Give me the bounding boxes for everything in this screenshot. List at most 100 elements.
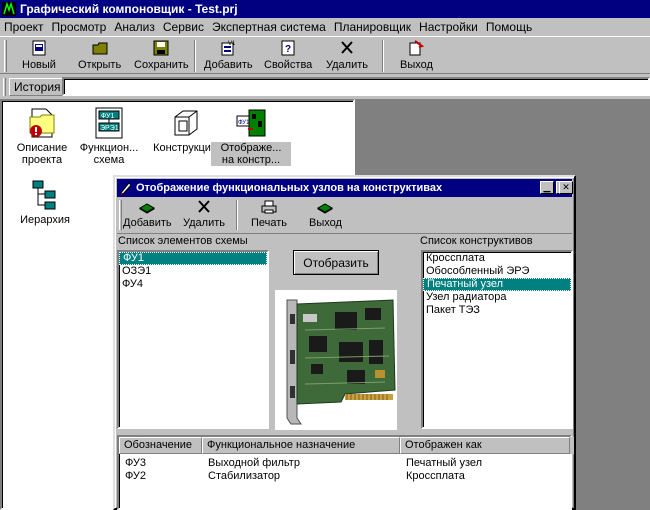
menu-settings[interactable]: Настройки (415, 20, 482, 34)
svg-text:?: ? (285, 44, 291, 55)
svg-text:V1: V1 (228, 41, 236, 47)
list-item[interactable]: Пакет ТЭЗ (423, 304, 571, 317)
column-header-function[interactable]: Функциональное назначение (202, 437, 400, 454)
svg-text:ЭРЭ1: ЭРЭ1 (100, 125, 119, 132)
mapping-table[interactable]: Обозначение Функциональное назначение От… (117, 435, 574, 510)
list-item[interactable]: Обособленный ЭРЭ (423, 265, 571, 278)
dialog-delete-button[interactable]: Удалить (183, 200, 225, 229)
properties-icon: ? (281, 40, 295, 56)
dialog-delete-label: Удалить (183, 217, 225, 229)
table-cell: ФУ2 (125, 470, 146, 482)
elements-list-label: Список элементов схемы (118, 235, 248, 247)
svg-text:ФУ1: ФУ1 (238, 120, 250, 126)
toolbar-separator (236, 200, 238, 230)
save-disk-icon (153, 40, 169, 56)
dialog-print-button[interactable]: Печать (251, 200, 287, 229)
exit-chip-icon (317, 203, 334, 214)
history-label[interactable]: История (9, 78, 66, 96)
history-grip[interactable] (3, 78, 6, 96)
table-row[interactable]: ФУ3 Выходной фильтр Печатный узел (119, 457, 570, 470)
toolbar-grip[interactable] (119, 200, 122, 230)
table-cell: Кроссплата (406, 470, 465, 482)
delete-button-label: Удалить (326, 59, 368, 71)
show-button[interactable]: Отобразить (293, 250, 379, 275)
add-button-label: Добавить (204, 59, 253, 71)
table-cell: ФУ3 (125, 457, 146, 469)
properties-button[interactable]: ? Свойства (264, 40, 312, 73)
new-button-label: Новый (22, 59, 56, 71)
exit-button-label: Выход (400, 59, 433, 71)
properties-button-label: Свойства (264, 59, 313, 71)
explorer-item-functional-scheme[interactable]: ФУ1 ЭРЭ1 Функцион... схема (69, 107, 149, 166)
close-icon: ✕ (562, 182, 570, 192)
menu-planner[interactable]: Планировщик (330, 20, 415, 34)
toolbar-separator (382, 40, 384, 72)
hierarchy-tree-icon (32, 180, 56, 210)
new-button[interactable]: Новый (22, 40, 56, 73)
list-item[interactable]: ОЗЭ1 (119, 265, 267, 278)
menu-view[interactable]: Просмотр (48, 20, 111, 34)
dialog-add-button[interactable]: Добавить (123, 200, 172, 229)
add-icon: V1 (221, 41, 236, 56)
minimize-button[interactable]: ▁ (540, 181, 554, 194)
table-cell: Печатный узел (406, 457, 483, 469)
delete-x-icon (198, 200, 210, 213)
save-button[interactable]: Сохранить (134, 40, 189, 73)
app-logo-icon (2, 2, 16, 16)
exit-button[interactable]: Выход (400, 40, 433, 73)
app-title: Графический компоновщик - Test.prj (20, 2, 238, 16)
open-button-label: Открыть (78, 59, 122, 71)
column-header-mapped-as[interactable]: Отображен как (400, 437, 570, 454)
menu-bar: Проект Просмотр Анализ Сервис Экспертная… (0, 18, 650, 36)
menu-project[interactable]: Проект (0, 20, 48, 34)
explorer-item-hierarchy[interactable]: Иерархия (5, 179, 85, 226)
minimize-icon: ▁ (543, 182, 551, 192)
menu-expert-system[interactable]: Экспертная система (208, 20, 330, 34)
dialog-exit-label: Выход (309, 217, 342, 229)
dialog-exit-button[interactable]: Выход (309, 200, 342, 229)
construction-cube-icon (174, 110, 198, 136)
constructives-list[interactable]: Кроссплата Обособленный ЭРЭ Печатный узе… (421, 250, 573, 429)
mapping-window-title: Отображение функциональных узлов на конс… (136, 182, 443, 194)
main-toolbar: Новый Открыть Сохранить V1 Добавить ? Св… (0, 36, 650, 74)
add-button[interactable]: V1 Добавить (204, 40, 253, 73)
menu-service[interactable]: Сервис (159, 20, 208, 34)
table-header: Обозначение Функциональное назначение От… (119, 437, 574, 454)
explorer-item-mapping[interactable]: ФУ1 Отображе... на констр... (211, 107, 291, 166)
list-item[interactable]: Узел радиатора (423, 291, 571, 304)
new-document-icon (32, 40, 46, 56)
list-item[interactable]: Кроссплата (423, 252, 571, 265)
menu-analysis[interactable]: Анализ (110, 20, 159, 34)
dialog-print-label: Печать (251, 217, 288, 229)
table-cell: Стабилизатор (208, 470, 281, 482)
list-item[interactable]: ФУ1 (119, 252, 267, 265)
history-input[interactable] (62, 77, 650, 96)
exit-icon (409, 40, 425, 56)
list-item[interactable]: Печатный узел (423, 278, 571, 291)
svg-text:ФУ1: ФУ1 (101, 113, 114, 120)
toolbar-separator (194, 40, 196, 72)
toolbar-grip[interactable] (4, 40, 7, 72)
window-pen-icon (120, 182, 132, 195)
open-button[interactable]: Открыть (78, 40, 121, 73)
explorer-item-label: Функцион... схема (79, 142, 139, 166)
table-row[interactable]: ФУ2 Стабилизатор Кроссплата (119, 470, 570, 483)
mapping-toolbar: Добавить Удалить Печать Выход (117, 198, 572, 234)
mapping-window-title-bar[interactable]: Отображение функциональных узлов на конс… (117, 179, 573, 197)
column-header-designation[interactable]: Обозначение (119, 437, 202, 454)
delete-x-icon (341, 41, 353, 54)
open-folder-icon (92, 42, 108, 55)
history-bar: История (0, 76, 650, 98)
add-chip-icon (139, 203, 156, 214)
save-button-label: Сохранить (134, 59, 189, 71)
pcb-board-image (275, 290, 397, 430)
elements-list[interactable]: ФУ1 ОЗЭ1 ФУ4 (117, 250, 269, 429)
app-title-bar[interactable]: Графический компоновщик - Test.prj (0, 0, 650, 18)
close-button[interactable]: ✕ (559, 181, 573, 194)
list-item[interactable]: ФУ4 (119, 278, 267, 291)
menu-help[interactable]: Помощь (482, 20, 536, 34)
explorer-item-label: Отображе... на констр... (211, 142, 291, 166)
delete-button[interactable]: Удалить (326, 40, 368, 73)
functional-scheme-icon: ФУ1 ЭРЭ1 (95, 107, 123, 139)
dialog-add-label: Добавить (123, 217, 172, 229)
